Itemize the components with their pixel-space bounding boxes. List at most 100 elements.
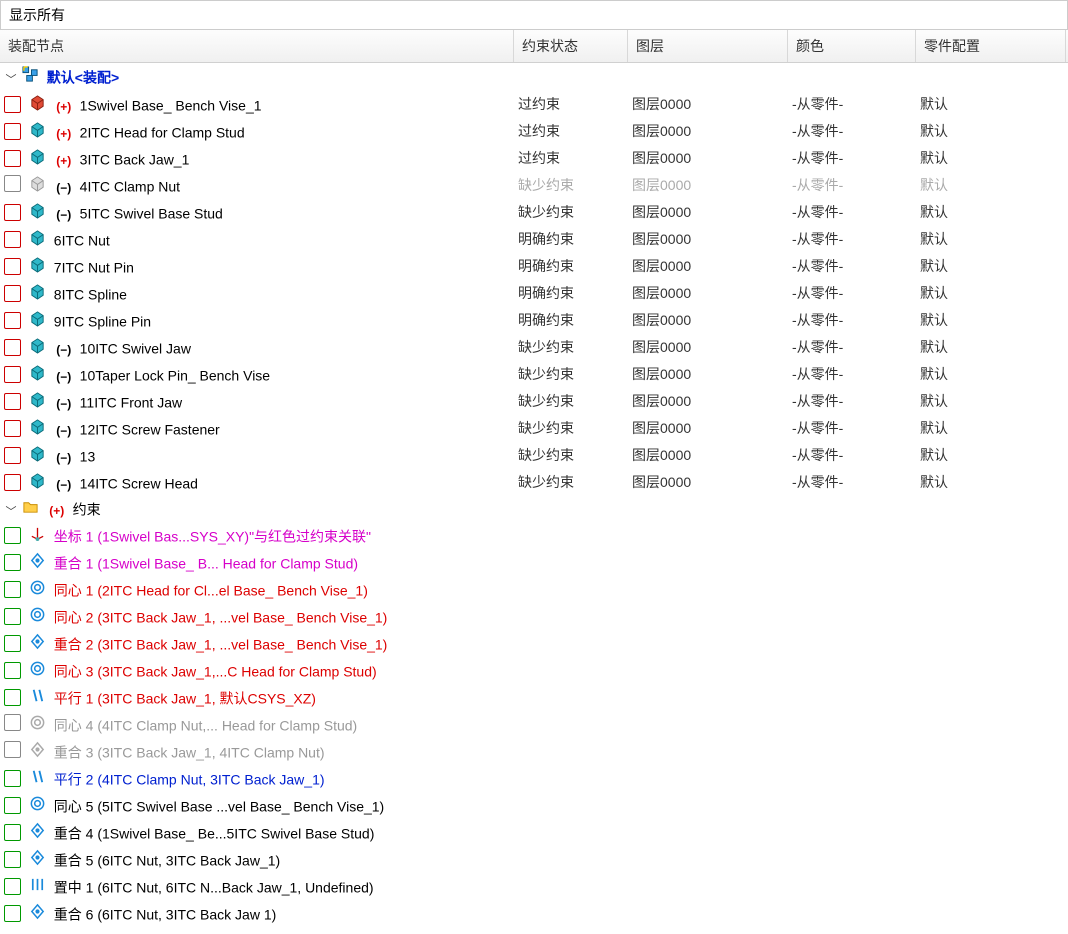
constraint-row[interactable]: 同心 5 (5ITC Swivel Base ...vel Base_ Benc…	[0, 792, 1068, 819]
checkbox[interactable]	[4, 714, 21, 731]
constraint-row[interactable]: 同心 3 (3ITC Back Jaw_1,...C Head for Clam…	[0, 657, 1068, 684]
constraint-row[interactable]: 重合 3 (3ITC Back Jaw_1, 4ITC Clamp Nut)	[0, 738, 1068, 765]
part-row[interactable]: (−) 12ITC Screw Fastener 缺少约束 图层0000 -从零…	[0, 414, 1068, 441]
checkbox[interactable]	[4, 741, 21, 758]
config: 默认	[916, 175, 1066, 195]
constraint-status: 缺少约束	[514, 337, 628, 357]
checkbox[interactable]	[4, 231, 21, 248]
part-name: 9ITC Spline Pin	[54, 314, 151, 330]
part-row[interactable]: (+) 1Swivel Base_ Bench Vise_1 过约束 图层000…	[0, 90, 1068, 117]
part-name: 13	[80, 449, 96, 465]
color: -从零件-	[788, 391, 916, 411]
checkbox[interactable]	[4, 150, 21, 167]
header-config[interactable]: 零件配置	[916, 30, 1066, 62]
checkbox[interactable]	[4, 339, 21, 356]
constraint-label: 重合 3 (3ITC Back Jaw_1, 4ITC Clamp Nut)	[54, 745, 325, 761]
constraint-row[interactable]: 平行 2 (4ITC Clamp Nut, 3ITC Back Jaw_1)	[0, 765, 1068, 792]
part-row[interactable]: 9ITC Spline Pin 明确约束 图层0000 -从零件- 默认	[0, 306, 1068, 333]
constraint-row[interactable]: 同心 1 (2ITC Head for Cl...el Base_ Bench …	[0, 576, 1068, 603]
checkbox[interactable]	[4, 608, 21, 625]
checkbox[interactable]	[4, 662, 21, 679]
table-header: 装配节点 约束状态 图层 颜色 零件配置	[0, 30, 1068, 63]
header-node[interactable]: 装配节点	[0, 30, 514, 62]
part-row[interactable]: (−) 5ITC Swivel Base Stud 缺少约束 图层0000 -从…	[0, 198, 1068, 225]
checkbox[interactable]	[4, 393, 21, 410]
checkbox[interactable]	[4, 420, 21, 437]
config: 默认	[916, 445, 1066, 465]
center-icon	[29, 875, 47, 893]
concentric-gray-icon	[29, 713, 47, 731]
checkbox[interactable]	[4, 175, 21, 192]
root-row[interactable]: ﹀ 默认<装配>	[0, 63, 1068, 90]
part-row[interactable]: (+) 2ITC Head for Clamp Stud 过约束 图层0000 …	[0, 117, 1068, 144]
constraint-row[interactable]: 重合 4 (1Swivel Base_ Be...5ITC Swivel Bas…	[0, 819, 1068, 846]
constraint-row[interactable]: 重合 2 (3ITC Back Jaw_1, ...vel Base_ Benc…	[0, 630, 1068, 657]
constraint-row[interactable]: 重合 1 (1Swivel Base_ B... Head for Clamp …	[0, 549, 1068, 576]
layer: 图层0000	[628, 472, 788, 492]
constraint-label: 置中 1 (6ITC Nut, 6ITC N...Back Jaw_1, Und…	[54, 880, 374, 896]
concentric-icon	[29, 659, 47, 677]
constraint-row[interactable]: 同心 2 (3ITC Back Jaw_1, ...vel Base_ Benc…	[0, 603, 1068, 630]
under-constrained-icon: (−)	[54, 478, 74, 492]
checkbox[interactable]	[4, 447, 21, 464]
part-name: 2ITC Head for Clamp Stud	[80, 125, 245, 141]
header-constraint[interactable]: 约束状态	[514, 30, 628, 62]
checkbox[interactable]	[4, 204, 21, 221]
checkbox[interactable]	[4, 474, 21, 491]
part-icon	[29, 336, 47, 354]
part-row[interactable]: (−) 4ITC Clamp Nut 缺少约束 图层0000 -从零件- 默认	[0, 171, 1068, 198]
caret-icon[interactable]: ﹀	[4, 71, 18, 87]
color: -从零件-	[788, 202, 916, 222]
config: 默认	[916, 121, 1066, 141]
part-row[interactable]: 6ITC Nut 明确约束 图层0000 -从零件- 默认	[0, 225, 1068, 252]
constraint-status: 明确约束	[514, 229, 628, 249]
checkbox[interactable]	[4, 689, 21, 706]
checkbox[interactable]	[4, 96, 21, 113]
checkbox[interactable]	[4, 905, 21, 922]
color: -从零件-	[788, 337, 916, 357]
header-layer[interactable]: 图层	[628, 30, 788, 62]
config: 默认	[916, 283, 1066, 303]
filter-bar[interactable]: 显示所有	[0, 0, 1068, 30]
checkbox[interactable]	[4, 770, 21, 787]
assembly-icon	[22, 65, 40, 83]
part-row[interactable]: 8ITC Spline 明确约束 图层0000 -从零件- 默认	[0, 279, 1068, 306]
checkbox[interactable]	[4, 312, 21, 329]
constraint-row[interactable]: 置中 1 (6ITC Nut, 6ITC N...Back Jaw_1, Und…	[0, 873, 1068, 900]
checkbox[interactable]	[4, 797, 21, 814]
checkbox[interactable]	[4, 851, 21, 868]
checkbox[interactable]	[4, 581, 21, 598]
part-row[interactable]: (−) 10Taper Lock Pin_ Bench Vise 缺少约束 图层…	[0, 360, 1068, 387]
constraint-row[interactable]: 重合 6 (6ITC Nut, 3ITC Back Jaw 1)	[0, 900, 1068, 927]
part-icon	[29, 174, 47, 192]
checkbox[interactable]	[4, 285, 21, 302]
constraint-row[interactable]: 坐标 1 (1Swivel Bas...SYS_XY)"与红色过约束关联"	[0, 522, 1068, 549]
part-name: 5ITC Swivel Base Stud	[80, 206, 223, 222]
layer: 图层0000	[628, 391, 788, 411]
constraints-folder-row[interactable]: ﹀ (+) 约束	[0, 495, 1068, 522]
part-row[interactable]: (+) 3ITC Back Jaw_1 过约束 图层0000 -从零件- 默认	[0, 144, 1068, 171]
header-color[interactable]: 颜色	[788, 30, 916, 62]
part-row[interactable]: (−) 14ITC Screw Head 缺少约束 图层0000 -从零件- 默…	[0, 468, 1068, 495]
checkbox[interactable]	[4, 554, 21, 571]
caret-icon[interactable]: ﹀	[4, 503, 18, 519]
constraint-row[interactable]: 平行 1 (3ITC Back Jaw_1, 默认CSYS_XZ)	[0, 684, 1068, 711]
coincident-icon	[29, 632, 47, 650]
coord-icon	[29, 524, 47, 542]
checkbox[interactable]	[4, 366, 21, 383]
coincident-icon	[29, 848, 47, 866]
part-row[interactable]: (−) 11ITC Front Jaw 缺少约束 图层0000 -从零件- 默认	[0, 387, 1068, 414]
constraint-row[interactable]: 重合 5 (6ITC Nut, 3ITC Back Jaw_1)	[0, 846, 1068, 873]
part-name: 10Taper Lock Pin_ Bench Vise	[80, 368, 270, 384]
part-row[interactable]: (−) 13 缺少约束 图层0000 -从零件- 默认	[0, 441, 1068, 468]
checkbox[interactable]	[4, 123, 21, 140]
part-row[interactable]: 7ITC Nut Pin 明确约束 图层0000 -从零件- 默认	[0, 252, 1068, 279]
checkbox[interactable]	[4, 527, 21, 544]
coincident-icon	[29, 902, 47, 920]
checkbox[interactable]	[4, 878, 21, 895]
checkbox[interactable]	[4, 635, 21, 652]
part-row[interactable]: (−) 10ITC Swivel Jaw 缺少约束 图层0000 -从零件- 默…	[0, 333, 1068, 360]
constraint-row[interactable]: 同心 4 (4ITC Clamp Nut,... Head for Clamp …	[0, 711, 1068, 738]
checkbox[interactable]	[4, 824, 21, 841]
checkbox[interactable]	[4, 258, 21, 275]
